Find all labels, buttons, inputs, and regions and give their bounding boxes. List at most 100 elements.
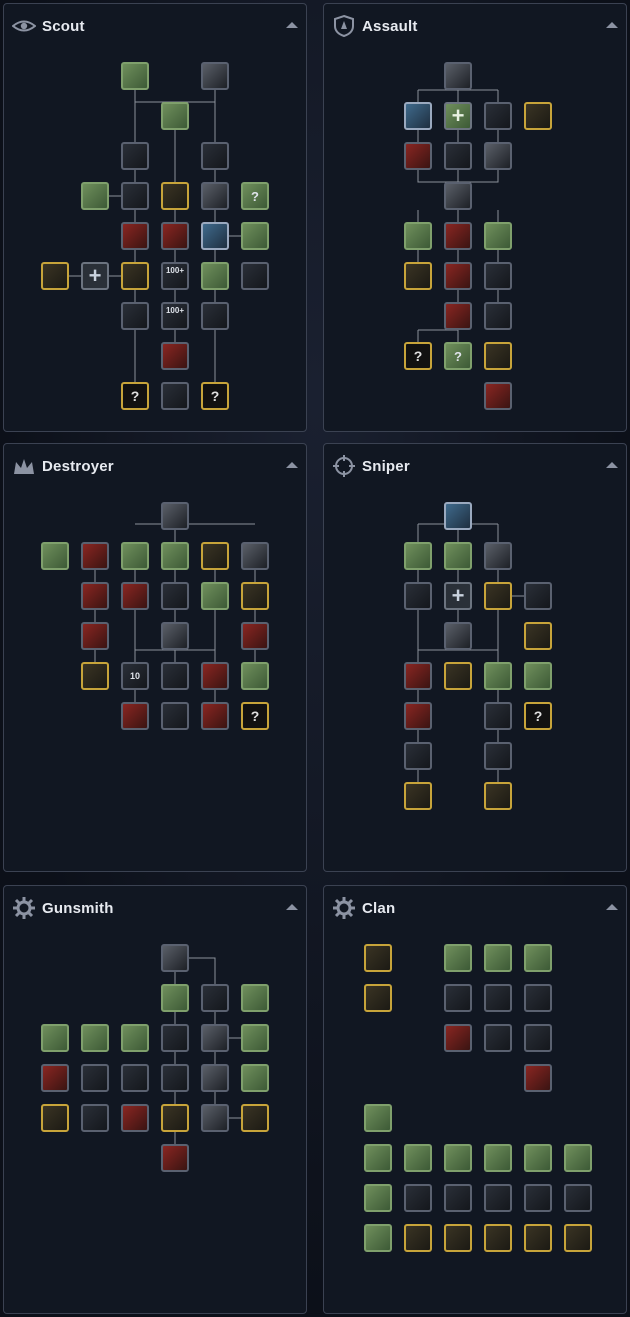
gunsmith-skill-node[interactable] [41,1104,69,1132]
gunsmith-skill-node[interactable] [241,1024,269,1052]
sniper-skill-node[interactable] [404,742,432,770]
clan-skill-node[interactable] [404,1144,432,1172]
gunsmith-skill-node[interactable] [121,1024,149,1052]
gunsmith-skill-node[interactable] [201,984,229,1012]
scout-skill-node[interactable] [161,222,189,250]
destroyer-skill-node[interactable] [81,622,109,650]
gunsmith-skill-node[interactable] [201,1104,229,1132]
clan-skill-node[interactable] [444,1184,472,1212]
clan-skill-node[interactable] [484,1144,512,1172]
assault-skill-node[interactable] [484,102,512,130]
destroyer-skill-node[interactable] [81,662,109,690]
sniper-skill-node[interactable] [444,542,472,570]
sniper-skill-node[interactable] [404,702,432,730]
destroyer-skill-node[interactable] [81,542,109,570]
destroyer-skill-node[interactable] [121,582,149,610]
scout-skill-node[interactable]: 100+ [161,302,189,330]
clan-skill-node[interactable] [484,1184,512,1212]
destroyer-skill-node[interactable] [241,582,269,610]
scout-skill-node[interactable] [121,262,149,290]
scout-skill-node[interactable] [121,302,149,330]
scout-skill-node[interactable] [161,342,189,370]
clan-skill-node[interactable] [524,944,552,972]
assault-skill-node[interactable] [484,142,512,170]
scout-skill-node[interactable] [81,182,109,210]
scout-locked-skill-node[interactable]: ? [241,182,269,210]
destroyer-skill-node[interactable] [161,662,189,690]
scout-skill-node[interactable]: 100+ [161,262,189,290]
assault-skill-node[interactable] [444,262,472,290]
destroyer-skill-node[interactable] [241,542,269,570]
assault-locked-skill-node[interactable]: ? [404,342,432,370]
sniper-skill-node[interactable] [524,582,552,610]
gunsmith-skill-node[interactable] [161,1024,189,1052]
sniper-skill-node[interactable] [524,622,552,650]
destroyer-skill-node[interactable] [161,622,189,650]
clan-skill-node[interactable] [444,1024,472,1052]
clan-skill-node[interactable] [444,1224,472,1252]
clan-skill-node[interactable] [364,984,392,1012]
destroyer-skill-node[interactable] [161,542,189,570]
destroyer-skill-node[interactable] [81,582,109,610]
sniper-skill-node[interactable] [484,582,512,610]
gunsmith-skill-node[interactable] [81,1064,109,1092]
scout-skill-node[interactable] [161,102,189,130]
assault-skill-node[interactable] [484,222,512,250]
clan-skill-node[interactable] [524,984,552,1012]
sniper-skill-node[interactable] [484,542,512,570]
gunsmith-skill-node[interactable] [81,1024,109,1052]
sniper-skill-node[interactable] [404,582,432,610]
clan-skill-node[interactable] [524,1224,552,1252]
gunsmith-skill-node[interactable] [121,1064,149,1092]
gunsmith-skill-node[interactable] [161,944,189,972]
assault-skill-node[interactable] [484,302,512,330]
gunsmith-skill-node[interactable] [161,1144,189,1172]
destroyer-skill-node[interactable] [241,662,269,690]
gunsmith-skill-node[interactable] [81,1104,109,1132]
scout-skill-node[interactable] [41,262,69,290]
sniper-skill-node[interactable] [484,662,512,690]
assault-skill-node[interactable] [404,262,432,290]
destroyer-skill-node[interactable] [121,702,149,730]
assault-skill-node[interactable] [444,302,472,330]
destroyer-skill-node[interactable] [161,502,189,530]
scout-skill-node[interactable] [161,382,189,410]
scout-skill-node[interactable] [121,142,149,170]
clan-skill-node[interactable] [524,1184,552,1212]
clan-skill-node[interactable] [564,1144,592,1172]
destroyer-skill-node[interactable] [241,622,269,650]
gunsmith-skill-node[interactable] [201,1024,229,1052]
assault-skill-node[interactable] [444,222,472,250]
sniper-skill-node[interactable] [484,702,512,730]
assault-skill-node[interactable] [444,62,472,90]
scout-skill-node[interactable] [201,62,229,90]
destroyer-skill-node[interactable]: 10 [121,662,149,690]
clan-skill-node[interactable] [444,1144,472,1172]
destroyer-skill-node[interactable] [161,702,189,730]
clan-skill-node[interactable] [484,1024,512,1052]
assault-skill-node[interactable] [484,262,512,290]
gunsmith-skill-node[interactable] [161,984,189,1012]
destroyer-skill-node[interactable] [201,662,229,690]
gunsmith-skill-node[interactable] [41,1024,69,1052]
assault-locked-skill-node[interactable]: ? [444,342,472,370]
assault-skill-node[interactable] [444,142,472,170]
scout-skill-node[interactable] [201,262,229,290]
sniper-skill-node[interactable] [524,662,552,690]
gunsmith-skill-node[interactable] [121,1104,149,1132]
assault-skill-node[interactable] [484,382,512,410]
scout-skill-node[interactable] [121,62,149,90]
scout-skill-node[interactable] [241,222,269,250]
clan-skill-node[interactable] [564,1224,592,1252]
clan-skill-node[interactable] [404,1224,432,1252]
sniper-skill-node[interactable] [484,742,512,770]
assault-plus-skill-node[interactable]: + [444,102,472,130]
clan-skill-node[interactable] [444,944,472,972]
scout-skill-node[interactable] [241,262,269,290]
assault-skill-node[interactable] [404,142,432,170]
clan-skill-node[interactable] [484,984,512,1012]
sniper-skill-node[interactable] [404,782,432,810]
clan-skill-node[interactable] [484,1224,512,1252]
assault-skill-node[interactable] [484,342,512,370]
gunsmith-skill-node[interactable] [201,1064,229,1092]
